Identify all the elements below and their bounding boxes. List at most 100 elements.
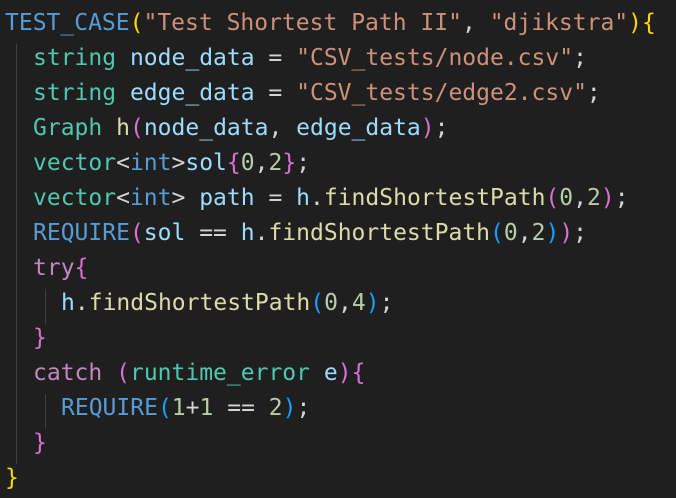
code-token: ( xyxy=(129,115,144,141)
code-line[interactable]: Graph h(node_data, edge_data); xyxy=(33,111,449,146)
code-line[interactable]: REQUIRE(1+1 == 2); xyxy=(61,391,310,426)
code-token: < xyxy=(116,150,130,176)
code-token: ; xyxy=(573,220,588,246)
code-token: catch xyxy=(33,360,103,386)
code-token: , xyxy=(338,290,352,316)
code-token: ( xyxy=(129,10,144,36)
code-line[interactable]: string node_data = "CSV_tests/node.csv"; xyxy=(33,41,587,76)
code-token: sol xyxy=(143,220,186,246)
code-token: , xyxy=(517,220,532,246)
code-token: 4 xyxy=(351,290,366,316)
code-token: runtime_error xyxy=(129,360,310,386)
code-token: ; xyxy=(434,115,449,141)
code-line[interactable]: catch (runtime_error e){ xyxy=(33,356,365,391)
code-token: { xyxy=(226,150,241,176)
code-token: REQUIRE xyxy=(61,395,158,421)
code-token: == xyxy=(213,395,269,421)
code-token: ) xyxy=(365,290,380,316)
code-token: { xyxy=(351,360,366,386)
code-token: "djikstra" xyxy=(489,10,629,36)
code-editor[interactable]: TEST_CASE("Test Shortest Path II", "djik… xyxy=(0,0,676,498)
code-line[interactable]: try{ xyxy=(33,251,88,286)
code-token: ( xyxy=(490,220,504,246)
code-token: ( xyxy=(116,360,130,386)
code-token: findShortestPath xyxy=(88,290,311,316)
code-token: . xyxy=(254,220,269,246)
code-token: ( xyxy=(129,220,144,246)
code-token: 1 xyxy=(171,395,186,421)
code-token: ) xyxy=(282,395,297,421)
code-token: Graph xyxy=(33,115,103,141)
code-token: 2 xyxy=(268,395,283,421)
code-token: ) xyxy=(628,10,643,36)
code-token: } xyxy=(33,325,47,351)
code-token: { xyxy=(74,255,89,281)
code-token: ) xyxy=(337,360,352,386)
code-token: ; xyxy=(296,395,311,421)
code-token: 0 xyxy=(503,220,518,246)
code-token: node_data xyxy=(129,45,255,71)
code-token: string xyxy=(33,45,117,71)
code-line[interactable]: } xyxy=(33,426,47,461)
code-token: ) xyxy=(420,115,435,141)
code-token: "Test Shortest Path II" xyxy=(143,10,462,36)
code-line[interactable]: REQUIRE(sol == h.findShortestPath(0,2)); xyxy=(33,216,587,251)
code-token: int xyxy=(129,150,172,176)
code-line[interactable]: vector<int> path = h.findShortestPath(0,… xyxy=(33,181,629,216)
code-token: edge_data xyxy=(296,115,421,141)
code-token: TEST_CASE xyxy=(5,10,130,36)
code-token: 2 xyxy=(268,150,283,176)
code-token: . xyxy=(310,185,324,211)
code-token: h xyxy=(240,220,255,246)
code-token: ( xyxy=(157,395,172,421)
code-token: > xyxy=(171,185,200,211)
code-line[interactable]: string edge_data = "CSV_tests/edge2.csv"… xyxy=(33,76,601,111)
code-token: try xyxy=(33,255,75,281)
indent-guide xyxy=(45,394,46,429)
code-token: 1 xyxy=(199,395,214,421)
code-token: = xyxy=(254,80,297,106)
code-line[interactable]: h.findShortestPath(0,4); xyxy=(61,286,393,321)
code-token: , xyxy=(268,115,297,141)
code-token: ; xyxy=(614,185,629,211)
code-token: edge_data xyxy=(129,80,255,106)
code-token: , xyxy=(254,150,269,176)
code-token: } xyxy=(5,465,19,491)
code-token: int xyxy=(129,185,172,211)
code-token: e xyxy=(323,360,338,386)
code-token: ) xyxy=(559,220,574,246)
code-token: ; xyxy=(573,45,587,71)
code-token: findShortestPath xyxy=(268,220,491,246)
code-token: 0 xyxy=(240,150,255,176)
code-token: , xyxy=(573,185,587,211)
code-line[interactable]: } xyxy=(5,461,19,496)
code-token: 2 xyxy=(531,220,546,246)
code-token: h xyxy=(116,115,130,141)
code-token: ; xyxy=(379,290,394,316)
code-line[interactable]: } xyxy=(33,321,47,356)
code-token: ( xyxy=(310,290,325,316)
code-line[interactable]: vector<int>sol{0,2}; xyxy=(33,146,310,181)
code-token: } xyxy=(33,430,47,456)
code-token: 0 xyxy=(559,185,574,211)
code-token: "CSV_tests/edge2.csv" xyxy=(296,80,587,106)
code-token: , xyxy=(461,10,490,36)
code-token: vector xyxy=(33,150,117,176)
code-token: findShortestPath xyxy=(323,185,546,211)
code-token: { xyxy=(642,10,656,36)
code-token: < xyxy=(116,185,130,211)
code-token: REQUIRE xyxy=(33,220,130,246)
code-token: == xyxy=(185,220,241,246)
code-token: h xyxy=(61,290,75,316)
code-token: 2 xyxy=(587,185,601,211)
code-token: string xyxy=(33,80,117,106)
code-token: > xyxy=(171,150,186,176)
code-token: ) xyxy=(600,185,615,211)
code-line[interactable]: TEST_CASE("Test Shortest Path II", "djik… xyxy=(5,6,656,41)
code-token: vector xyxy=(33,185,117,211)
code-token: . xyxy=(74,290,89,316)
